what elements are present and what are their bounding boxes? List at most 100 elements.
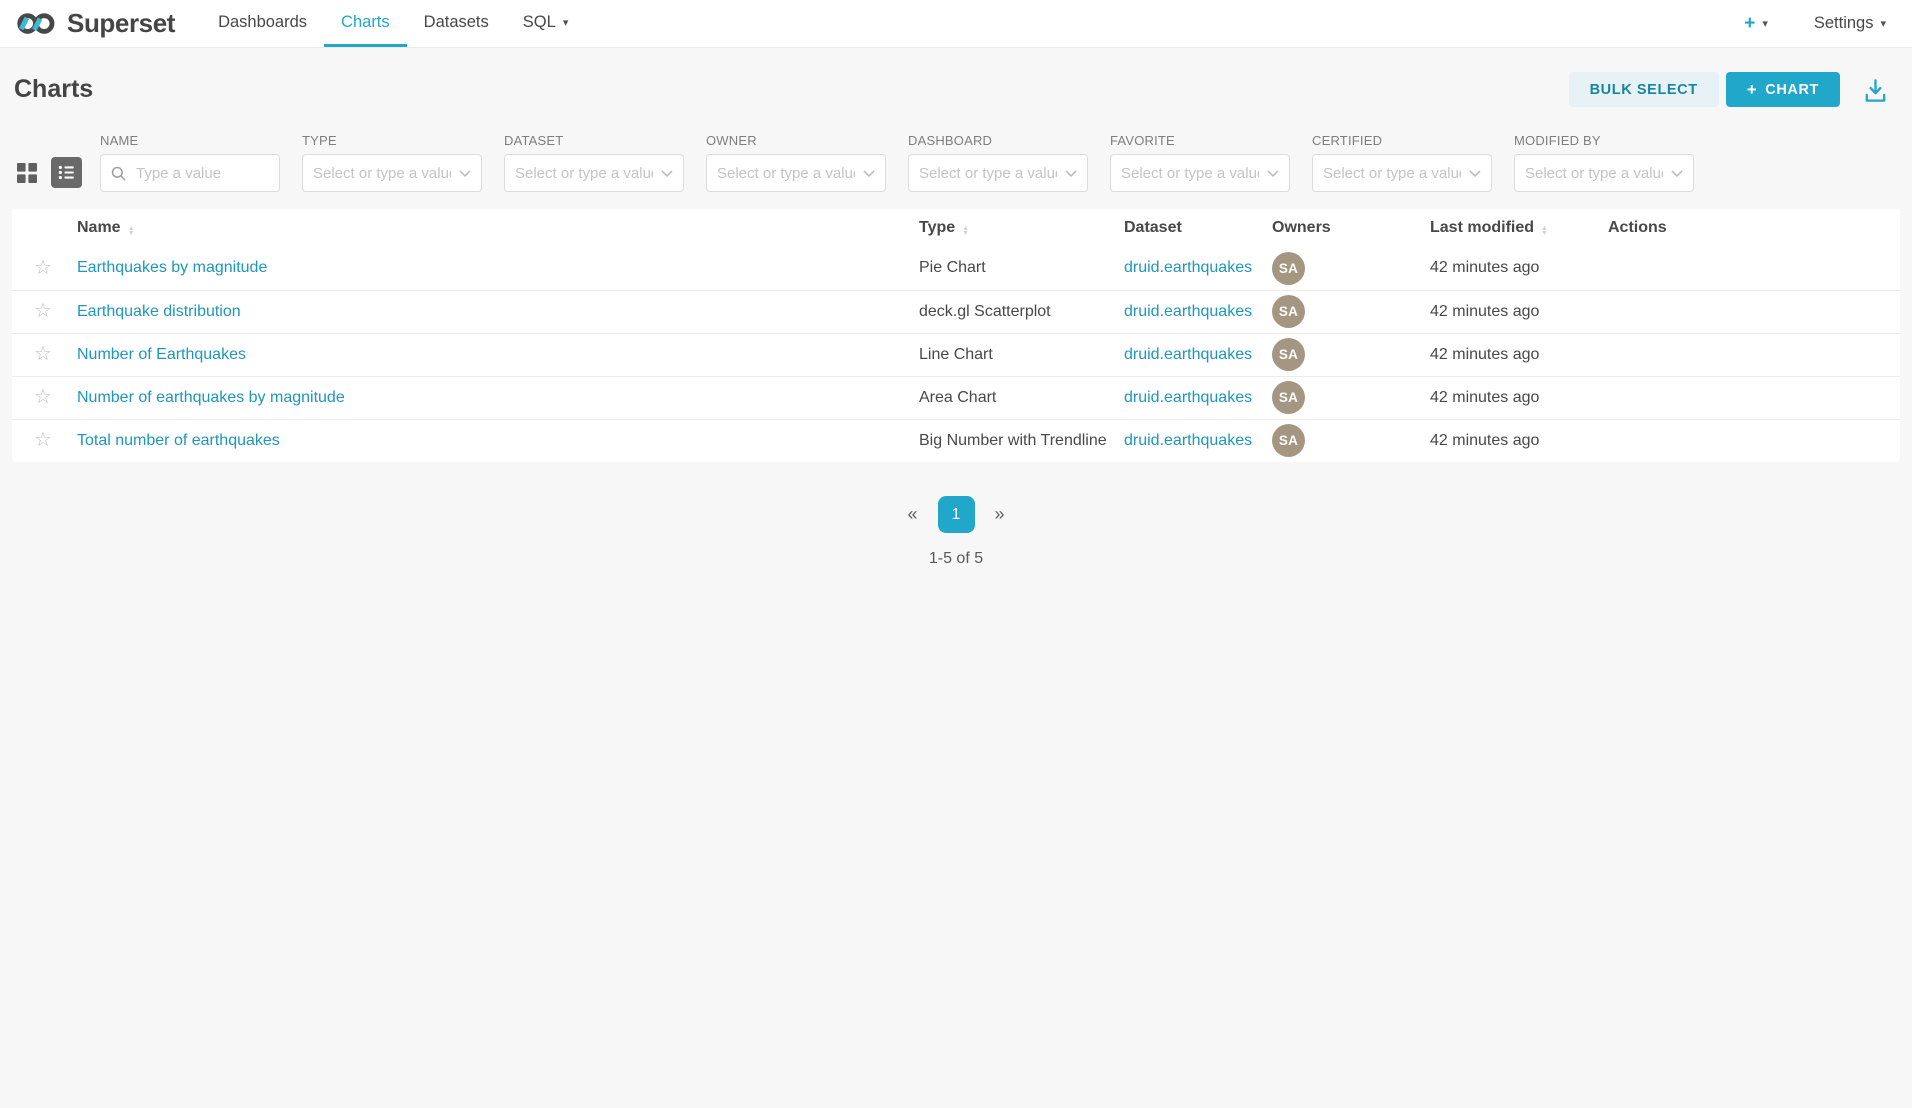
owners-cell: SA — [1269, 290, 1427, 333]
chart-name-link[interactable]: Earthquakes by magnitude — [77, 259, 267, 276]
prev-page-button[interactable]: « — [899, 500, 925, 529]
select-placeholder: Select or type a value — [919, 165, 1057, 182]
dataset-link[interactable]: druid.earthquakes — [1124, 259, 1252, 276]
last-modified: 42 minutes ago — [1430, 346, 1539, 363]
list-view-toggle[interactable] — [51, 157, 82, 188]
type-cell: deck.gl Scatterplot — [916, 290, 1121, 333]
nav-item-label: Charts — [341, 13, 390, 32]
owner-avatar[interactable]: SA — [1272, 338, 1305, 371]
filter-label: OWNER — [706, 133, 886, 148]
column-header-last-modified[interactable]: Last modified ▲▼ — [1427, 209, 1605, 247]
type-cell: Area Chart — [916, 376, 1121, 419]
page-subheader: Charts BULK SELECT + CHART — [0, 48, 1912, 125]
card-view-toggle[interactable] — [16, 162, 38, 184]
filter-label: DATASET — [504, 133, 684, 148]
nav-item-charts[interactable]: Charts — [324, 0, 407, 47]
table-header-row: Name▲▼Type▲▼Dataset OwnersLast modified ▲▼… — [12, 209, 1900, 247]
add-chart-button[interactable]: + CHART — [1726, 72, 1840, 107]
select-placeholder: Select or type a value — [1323, 165, 1461, 182]
superset-logo[interactable]: Superset — [16, 0, 175, 47]
settings-menu[interactable]: Settings ▾ — [1814, 14, 1886, 33]
actions-cell — [1605, 333, 1900, 376]
table-row: ☆ Earthquake distribution deck.gl Scatterp… — [12, 290, 1900, 333]
chart-type: Line Chart — [919, 346, 993, 363]
last-modified-cell: 42 minutes ago — [1427, 290, 1605, 333]
owner-avatar[interactable]: SA — [1272, 252, 1305, 285]
new-item-menu[interactable]: + ▾ — [1744, 13, 1768, 35]
filter-type-select[interactable]: Select or type a value — [302, 154, 482, 192]
next-page-button[interactable]: » — [987, 500, 1013, 529]
table-row: ☆ Earthquakes by magnitude Pie Chart druid.… — [12, 247, 1900, 290]
dataset-link[interactable]: druid.earthquakes — [1124, 346, 1252, 363]
name-cell: Earthquakes by magnitude — [74, 247, 916, 290]
table-row: ☆ Number of earthquakes by magnitude Area … — [12, 376, 1900, 419]
favorite-cell: ☆ — [12, 333, 74, 376]
filter-label: DASHBOARD — [908, 133, 1088, 148]
last-modified: 42 minutes ago — [1430, 432, 1539, 449]
column-label: Last modified — [1430, 219, 1534, 236]
star-icon[interactable]: ☆ — [34, 300, 52, 322]
nav-item-sql[interactable]: SQL▾ — [506, 0, 586, 47]
type-cell: Line Chart — [916, 333, 1121, 376]
filter-favorite-select[interactable]: Select or type a value — [1110, 154, 1290, 192]
select-placeholder: Select or type a value — [313, 165, 451, 182]
dataset-link[interactable]: druid.earthquakes — [1124, 389, 1252, 406]
owner-initials: SA — [1279, 347, 1298, 362]
column-header-type[interactable]: Type▲▼ — [916, 209, 1121, 247]
star-icon[interactable]: ☆ — [34, 429, 52, 451]
favorite-cell: ☆ — [12, 376, 74, 419]
owner-initials: SA — [1279, 261, 1298, 276]
owner-avatar[interactable]: SA — [1272, 424, 1305, 457]
chart-type: Pie Chart — [919, 259, 986, 276]
page-1-button[interactable]: 1 — [938, 496, 975, 533]
filter-owner-select[interactable]: Select or type a value — [706, 154, 886, 192]
filter-name-input[interactable] — [134, 164, 269, 183]
dataset-link[interactable]: druid.earthquakes — [1124, 432, 1252, 449]
column-header-select — [12, 209, 74, 247]
select-placeholder: Select or type a value — [1121, 165, 1259, 182]
filter-modified-by: MODIFIED BYSelect or type a value — [1514, 133, 1694, 192]
star-icon[interactable]: ☆ — [34, 343, 52, 365]
dataset-cell: druid.earthquakes — [1121, 419, 1269, 462]
filter-fields: NAMETYPESelect or type a valueDATASETSel… — [100, 133, 1694, 192]
filter-name: NAME — [100, 133, 280, 192]
owner-avatar[interactable]: SA — [1272, 381, 1305, 414]
star-icon[interactable]: ☆ — [34, 386, 52, 408]
column-header-name[interactable]: Name▲▼ — [74, 209, 916, 247]
filter-modified-by-select[interactable]: Select or type a value — [1514, 154, 1694, 192]
chart-name-link[interactable]: Total number of earthquakes — [77, 432, 280, 449]
caret-down-icon: ▾ — [563, 16, 569, 29]
dataset-link[interactable]: druid.earthquakes — [1124, 303, 1252, 320]
sort-icon[interactable]: ▲▼ — [962, 226, 969, 236]
star-icon[interactable]: ☆ — [34, 257, 52, 279]
dataset-cell: druid.earthquakes — [1121, 290, 1269, 333]
last-modified-cell: 42 minutes ago — [1427, 419, 1605, 462]
filter-name-control — [100, 154, 280, 192]
column-header-actions: Actions — [1605, 209, 1900, 247]
sort-icon[interactable]: ▲▼ — [1541, 226, 1548, 236]
chart-name-link[interactable]: Earthquake distribution — [77, 303, 241, 320]
last-modified-cell: 42 minutes ago — [1427, 376, 1605, 419]
chart-name-link[interactable]: Number of earthquakes by magnitude — [77, 389, 345, 406]
chevron-down-icon — [863, 170, 875, 177]
import-charts-button[interactable] — [1847, 74, 1900, 105]
filter-certified-select[interactable]: Select or type a value — [1312, 154, 1492, 192]
chevron-down-icon — [1065, 170, 1077, 177]
nav-item-datasets[interactable]: Datasets — [407, 0, 506, 47]
nav-item-dashboards[interactable]: Dashboards — [201, 0, 324, 47]
name-cell: Number of earthquakes by magnitude — [74, 376, 916, 419]
chart-name-link[interactable]: Number of Earthquakes — [77, 346, 246, 363]
grid-icon — [17, 163, 37, 183]
filter-dataset-select[interactable]: Select or type a value — [504, 154, 684, 192]
select-placeholder: Select or type a value — [1525, 165, 1663, 182]
column-header-owners: Owners — [1269, 209, 1427, 247]
column-label: Dataset — [1124, 219, 1182, 236]
add-chart-label: CHART — [1765, 82, 1819, 98]
bulk-select-button[interactable]: BULK SELECT — [1569, 72, 1719, 107]
filter-owner: OWNER Select or type a value — [706, 133, 886, 192]
sort-desc-icon: ▼ — [962, 231, 969, 236]
filter-dashboard-select[interactable]: Select or type a value — [908, 154, 1088, 192]
actions-cell — [1605, 376, 1900, 419]
sort-icon[interactable]: ▲▼ — [128, 226, 135, 236]
owner-avatar[interactable]: SA — [1272, 295, 1305, 328]
